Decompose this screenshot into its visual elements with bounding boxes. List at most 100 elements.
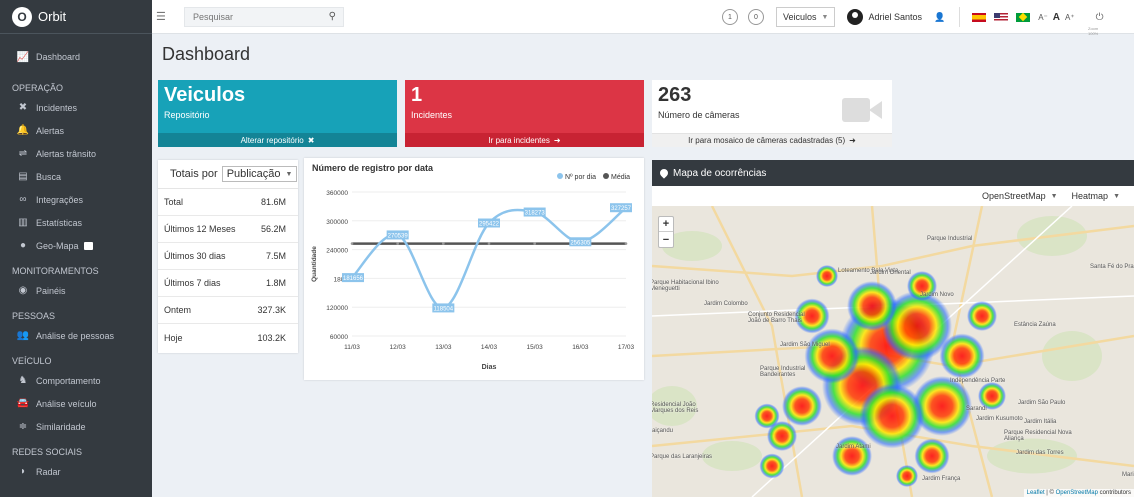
sidebar-item[interactable]: ◗ Radar [0, 460, 152, 483]
module-select[interactable]: Veiculos ▼ [776, 7, 836, 27]
users-icon[interactable]: 👤 [934, 12, 945, 23]
map-place-label: Sarandi [966, 406, 987, 412]
sidebar-item[interactable]: 🚘 Análise veículo [0, 392, 152, 415]
brazil-flag-icon[interactable] [1016, 12, 1031, 22]
font-decrease-button[interactable]: A⁻ [1038, 13, 1048, 22]
card-incidentes: 1 Incidentes Ir para incidentes ➜ [405, 80, 644, 147]
data-label: 181656 [343, 276, 364, 282]
totals-label: Totais por [170, 168, 218, 180]
card-incidentes-footer: Ir para incidentes [488, 135, 550, 145]
notification-count-1[interactable]: 1 [722, 9, 738, 25]
sidebar-item[interactable]: ∞ Integrações [0, 188, 152, 211]
sidebar-item[interactable]: ▤ Busca [0, 165, 152, 188]
map-place-label: Conjunto Residencial João de Barro Thais [748, 312, 805, 324]
heat-blob [832, 436, 872, 476]
map-place-label: Maria [1122, 472, 1134, 478]
point-media [442, 242, 445, 245]
y-tick-label: 60000 [330, 334, 348, 341]
sidebar-item-label: Alertas [36, 125, 65, 136]
orbit-logo-icon: O [12, 6, 32, 27]
zoom-out-button[interactable]: − [659, 232, 673, 247]
zoom-in-button[interactable]: + [659, 217, 673, 232]
green-area [987, 438, 1077, 474]
sidebar-item[interactable]: 🔔 Alertas [0, 119, 152, 142]
sidebar-item-label: Análise veículo [36, 398, 97, 409]
x-tick-label: 17/03 [618, 344, 635, 351]
card-veiculos-subtitle: Repositório [164, 110, 210, 120]
sidebar-item[interactable]: ▥ Estatísticas [0, 211, 152, 234]
sidebar-item[interactable]: ♞ Comportamento [0, 369, 152, 392]
map-place-label: Parque Residencial Nova Aliança [1004, 430, 1072, 442]
sidebar-item-label: Análise de pessoas [36, 330, 115, 341]
sidebar-item-label: Radar [36, 466, 61, 477]
spain-flag-icon[interactable] [972, 12, 987, 22]
x-tick-label: 15/03 [527, 344, 544, 351]
data-label: 118504 [434, 306, 454, 312]
search-doc-icon: ▤ [18, 171, 28, 182]
green-area [1042, 331, 1102, 381]
totals-select[interactable]: Publicação ▼ [221, 166, 298, 182]
sidebar-item-label: Painéis [36, 285, 66, 296]
heat-blob [847, 281, 897, 331]
bell-icon: 🔔 [16, 125, 30, 136]
map-place-label: Jardim Itália [1024, 419, 1057, 425]
power-icon[interactable]: ⏻ [1096, 12, 1104, 23]
sidebar-item[interactable]: ≑ Similaridade [0, 415, 152, 438]
osm-link[interactable]: OpenStreetMap [1056, 490, 1098, 496]
card-incidentes-value: 1 [411, 84, 423, 106]
legend-marker-series-0 [557, 173, 563, 179]
sidebar-item[interactable]: ● Geo-Mapa [0, 234, 152, 257]
brand[interactable]: O Orbit [0, 0, 152, 34]
sidebar-item[interactable]: ⇌ Alertas trânsito [0, 142, 152, 165]
divider [959, 7, 961, 27]
mode-select[interactable]: Heatmap [1072, 191, 1109, 201]
sidebar-section-header: PESSOAS [12, 311, 56, 321]
search-input[interactable] [193, 11, 313, 22]
map-pin-icon: ● [19, 240, 27, 251]
user-avatar-icon[interactable] [847, 9, 864, 25]
layer-select[interactable]: OpenStreetMap [982, 191, 1046, 201]
x-tick-label: 12/03 [390, 344, 407, 351]
map-place-label: Jardim Novo [920, 292, 954, 298]
sidebar-item-dashboard[interactable]: 📈 Dashboard [0, 46, 152, 68]
line-chart-icon: 📈 [16, 51, 30, 63]
user-name[interactable]: Adriel Santos [868, 12, 922, 22]
heat-blob [967, 301, 997, 331]
arrow-circle-right-icon: ➜ [849, 136, 856, 145]
row-value: 1.8M [265, 278, 286, 288]
map-place-label: Jardim São Paulo [1018, 400, 1066, 406]
map-place-label: Parque Industrial [927, 236, 973, 242]
link-icon: ∞ [19, 194, 27, 205]
y-tick-label: 360000 [326, 190, 348, 197]
font-reset-button[interactable]: A [1053, 12, 1060, 23]
chevron-down-icon: ▼ [1050, 192, 1058, 200]
hamburger-menu-icon[interactable]: ☰ [156, 10, 172, 23]
search-icon[interactable]: ⚲ [329, 11, 336, 22]
data-label: 318273 [525, 211, 546, 217]
notification-count-2[interactable]: 0 [748, 9, 764, 25]
row-value: 81.6M [260, 197, 286, 207]
usa-flag-icon[interactable] [994, 12, 1009, 22]
data-label: 270539 [388, 233, 409, 239]
map-canvas[interactable]: + − Loteamento Bela Vista Parque Industri… [652, 206, 1134, 497]
attribution-tail: contributors [1097, 490, 1131, 496]
font-increase-button[interactable]: A⁺ [1065, 13, 1075, 22]
leaflet-link[interactable]: Leaflet [1027, 490, 1045, 496]
table-row: Últimos 7 dias 1.8M [158, 270, 298, 297]
external-map-icon [83, 241, 93, 250]
row-value: 103.2K [257, 332, 286, 343]
map-place-label: Jardim Atami [836, 444, 871, 450]
change-repository-link[interactable]: Alterar repositório ✖ [158, 133, 397, 147]
sidebar-item-label: Integrações [36, 194, 84, 205]
row-value: 7.5M [265, 251, 286, 261]
row-label: Hoje [164, 332, 183, 343]
go-to-incidents-link[interactable]: Ir para incidentes ➜ [405, 133, 644, 147]
row-label: Ontem [164, 305, 192, 315]
row-label: Total [164, 197, 184, 207]
sidebar-item[interactable]: ✖ Incidentes [0, 96, 152, 119]
sidebar-item[interactable]: 👥 Análise de pessoas [0, 324, 152, 347]
sidebar-item[interactable]: ◉ Painéis [0, 279, 152, 302]
sidebar-section-header: OPERAÇÃO [12, 83, 64, 93]
behavior-icon: ♞ [18, 375, 28, 386]
go-to-camera-mosaic-link[interactable]: Ir para mosaico de câmeras cadastradas (… [652, 133, 892, 147]
